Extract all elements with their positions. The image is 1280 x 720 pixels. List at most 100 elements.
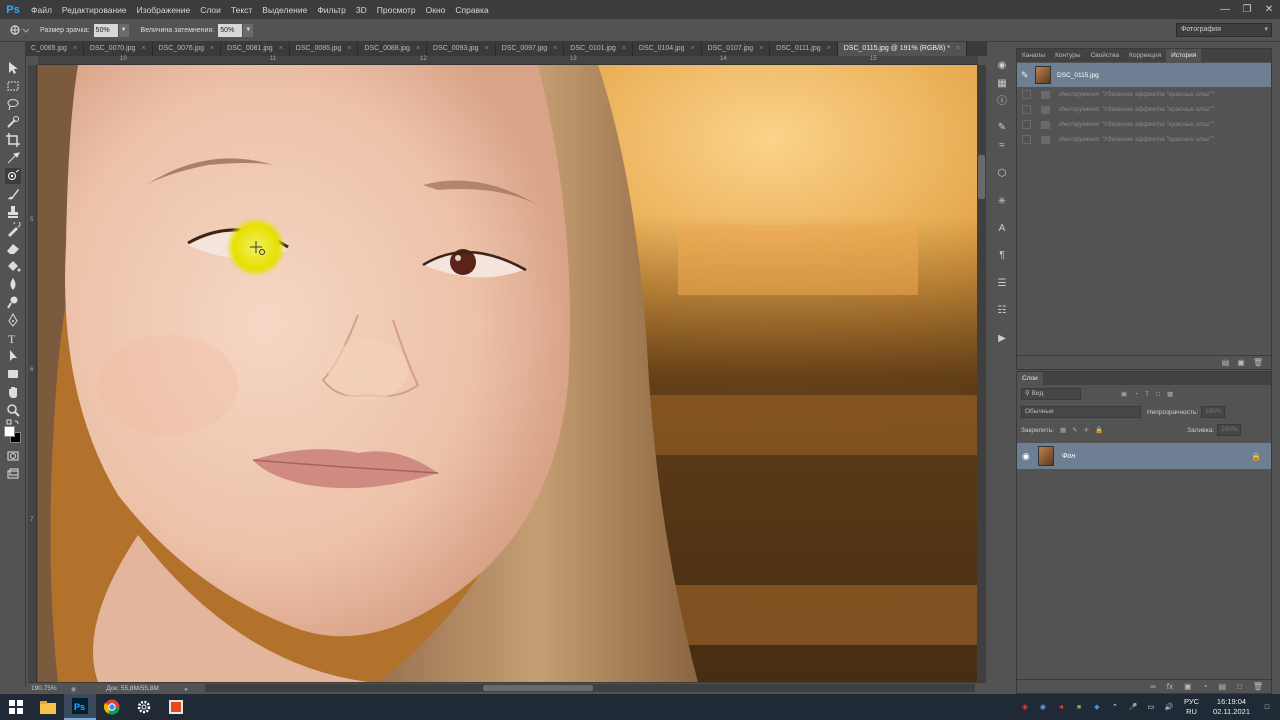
paragraph-panel-icon[interactable]: ¶ — [994, 248, 1010, 264]
nvidia-icon[interactable]: ■ — [1072, 702, 1086, 712]
maximize-button[interactable]: ❐ — [1236, 0, 1258, 19]
filter-type-icons[interactable]: ▣◔T□▩ — [1121, 390, 1180, 398]
foreground-color-swatch[interactable] — [4, 426, 15, 437]
tab-adjustments[interactable]: Коррекция — [1124, 49, 1166, 62]
chrome-icon[interactable] — [96, 694, 128, 720]
document-tab[interactable]: DSC_0070.jpg × — [84, 42, 153, 56]
menu-filter[interactable]: Фильтр — [312, 5, 351, 15]
close-tab-icon[interactable]: × — [210, 45, 214, 52]
menu-image[interactable]: Изображение — [132, 5, 196, 15]
close-tab-icon[interactable]: × — [279, 45, 283, 52]
pupil-size-dropdown-icon[interactable]: ▼ — [118, 23, 129, 37]
status-menu-arrow-icon[interactable]: ▸ — [185, 685, 188, 693]
opacity-input[interactable]: 100% — [1201, 406, 1226, 418]
document-tab[interactable]: DSC_0104.jpg × — [633, 42, 702, 56]
3d-panel-icon[interactable]: ⬡ — [994, 166, 1010, 182]
tool-presets-icon[interactable]: ☷ — [994, 303, 1010, 319]
color-panel-icon[interactable]: ◉ — [994, 58, 1010, 74]
timeline-panel-icon[interactable]: ▶ — [994, 331, 1010, 347]
menu-type[interactable]: Текст — [226, 5, 257, 15]
document-canvas[interactable] — [38, 65, 977, 682]
workspace-select[interactable]: Фотография ▾ — [1176, 23, 1272, 37]
move-tool-icon[interactable] — [5, 60, 21, 76]
clock[interactable]: 16:19:04 02.11.2021 — [1213, 697, 1250, 717]
zoom-level[interactable]: 190.75% — [31, 685, 57, 692]
close-tab-icon[interactable]: × — [73, 45, 77, 52]
document-tab[interactable]: DSC_0101.jpg × — [564, 42, 633, 56]
document-tab[interactable]: DSC_0093.jpg × — [427, 42, 496, 56]
tab-history[interactable]: История — [1166, 49, 1202, 62]
trash-icon[interactable]: 🗑 — [1253, 358, 1263, 367]
document-tab[interactable]: DSC_0076.jpg × — [153, 42, 222, 56]
history-item[interactable]: Инструмент "Удаление эффекта "красных гл… — [1017, 132, 1271, 147]
lasso-tool-icon[interactable] — [5, 96, 21, 112]
show-hidden-icons-icon[interactable]: ⌃ — [1108, 702, 1122, 712]
close-tab-icon[interactable]: × — [956, 45, 960, 52]
close-tab-icon[interactable]: × — [690, 45, 694, 52]
menu-file[interactable]: Файл — [26, 5, 57, 15]
marquee-tool-icon[interactable] — [5, 78, 21, 94]
close-tab-icon[interactable]: × — [416, 45, 420, 52]
dropbox-icon[interactable]: ◆ — [1090, 702, 1104, 712]
swatches-panel-icon[interactable]: ▦ — [994, 76, 1010, 92]
blur-tool-icon[interactable] — [5, 276, 21, 292]
trash-icon[interactable]: 🗑 — [1253, 682, 1263, 691]
language-indicator[interactable]: РУС RU — [1184, 697, 1199, 717]
dodge-tool-icon[interactable] — [5, 294, 21, 310]
shape-tool-icon[interactable] — [5, 366, 21, 382]
close-tab-icon[interactable]: × — [553, 45, 557, 52]
history-item[interactable]: Инструмент "Удаление эффекта "красных гл… — [1017, 117, 1271, 132]
menu-help[interactable]: Справка — [450, 5, 493, 15]
layer-kind-filter[interactable]: ⚲ Вид — [1021, 388, 1081, 400]
brush-panel-icon[interactable]: ≈ — [994, 138, 1010, 154]
link-layers-icon[interactable]: ∞ — [1150, 682, 1156, 691]
lock-icons[interactable]: ▦✎✛🔒 — [1060, 426, 1109, 434]
photoshop-taskbar-icon[interactable]: Ps — [64, 694, 96, 720]
close-tab-icon[interactable]: × — [622, 45, 626, 52]
history-item[interactable]: Инструмент "Удаление эффекта "красных гл… — [1017, 87, 1271, 102]
menu-edit[interactable]: Редактирование — [57, 5, 132, 15]
history-item[interactable]: Инструмент "Удаление эффекта "красных гл… — [1017, 102, 1271, 117]
document-tab[interactable]: DSC_0115.jpg @ 191% (RGB/8) * × — [837, 42, 968, 56]
info-panel-icon[interactable]: ⓘ — [994, 94, 1010, 110]
brush-tool-icon[interactable] — [5, 186, 21, 202]
blend-mode-select[interactable]: Обычные — [1021, 406, 1141, 418]
vertical-scrollbar[interactable] — [977, 65, 986, 682]
document-tab[interactable]: DSC_0088.jpg × — [358, 42, 428, 56]
new-layer-icon[interactable]: □ — [1237, 682, 1242, 691]
type-tool-icon[interactable]: T — [5, 330, 21, 346]
horizontal-scrollbar[interactable] — [205, 684, 975, 692]
new-group-icon[interactable]: ▤ — [1218, 682, 1226, 691]
scroll-thumb[interactable] — [483, 685, 593, 691]
eye-icon[interactable]: ◉ — [1022, 451, 1030, 462]
document-tab[interactable]: DSC_0107.jpg × — [702, 42, 771, 56]
eraser-tool-icon[interactable] — [5, 240, 21, 256]
history-source-checkbox[interactable] — [1022, 135, 1031, 144]
chrome-tray-icon[interactable]: ◉ — [1036, 702, 1050, 712]
display-icon[interactable]: ▭ — [1144, 702, 1158, 712]
red-eye-tool-icon[interactable] — [5, 168, 21, 184]
tab-properties[interactable]: Свойства — [1086, 49, 1125, 62]
quick-mask-icon[interactable] — [5, 448, 21, 464]
actions-panel-icon[interactable]: ☰ — [994, 276, 1010, 292]
document-tab[interactable]: DSC_0085.jpg × — [290, 42, 359, 56]
zoom-tool-icon[interactable] — [5, 402, 21, 418]
close-tab-icon[interactable]: × — [141, 45, 145, 52]
red-eye-tool-preset-icon[interactable] — [8, 21, 34, 39]
document-tab[interactable]: DSC_0081.jpg × — [221, 42, 290, 56]
history-brush-tool-icon[interactable] — [5, 220, 21, 238]
menu-select[interactable]: Выделение — [257, 5, 312, 15]
history-source-checkbox[interactable] — [1022, 105, 1031, 114]
new-document-from-state-icon[interactable]: ▤ — [1222, 358, 1230, 367]
history-snapshot[interactable]: ✎ DSC_0115.jpg — [1017, 63, 1271, 87]
path-selection-tool-icon[interactable] — [5, 348, 21, 364]
layer-style-icon[interactable]: fx — [1167, 682, 1173, 691]
pupil-size-input[interactable]: 50% — [93, 23, 118, 37]
settings-gear-icon[interactable] — [128, 694, 160, 720]
close-tab-icon[interactable]: × — [827, 45, 831, 52]
history-source-checkbox[interactable] — [1022, 90, 1031, 99]
close-tab-icon[interactable]: × — [347, 45, 351, 52]
menu-view[interactable]: Просмотр — [372, 5, 421, 15]
start-button[interactable] — [0, 694, 32, 720]
brush-presets-icon[interactable]: ✎ — [994, 120, 1010, 136]
